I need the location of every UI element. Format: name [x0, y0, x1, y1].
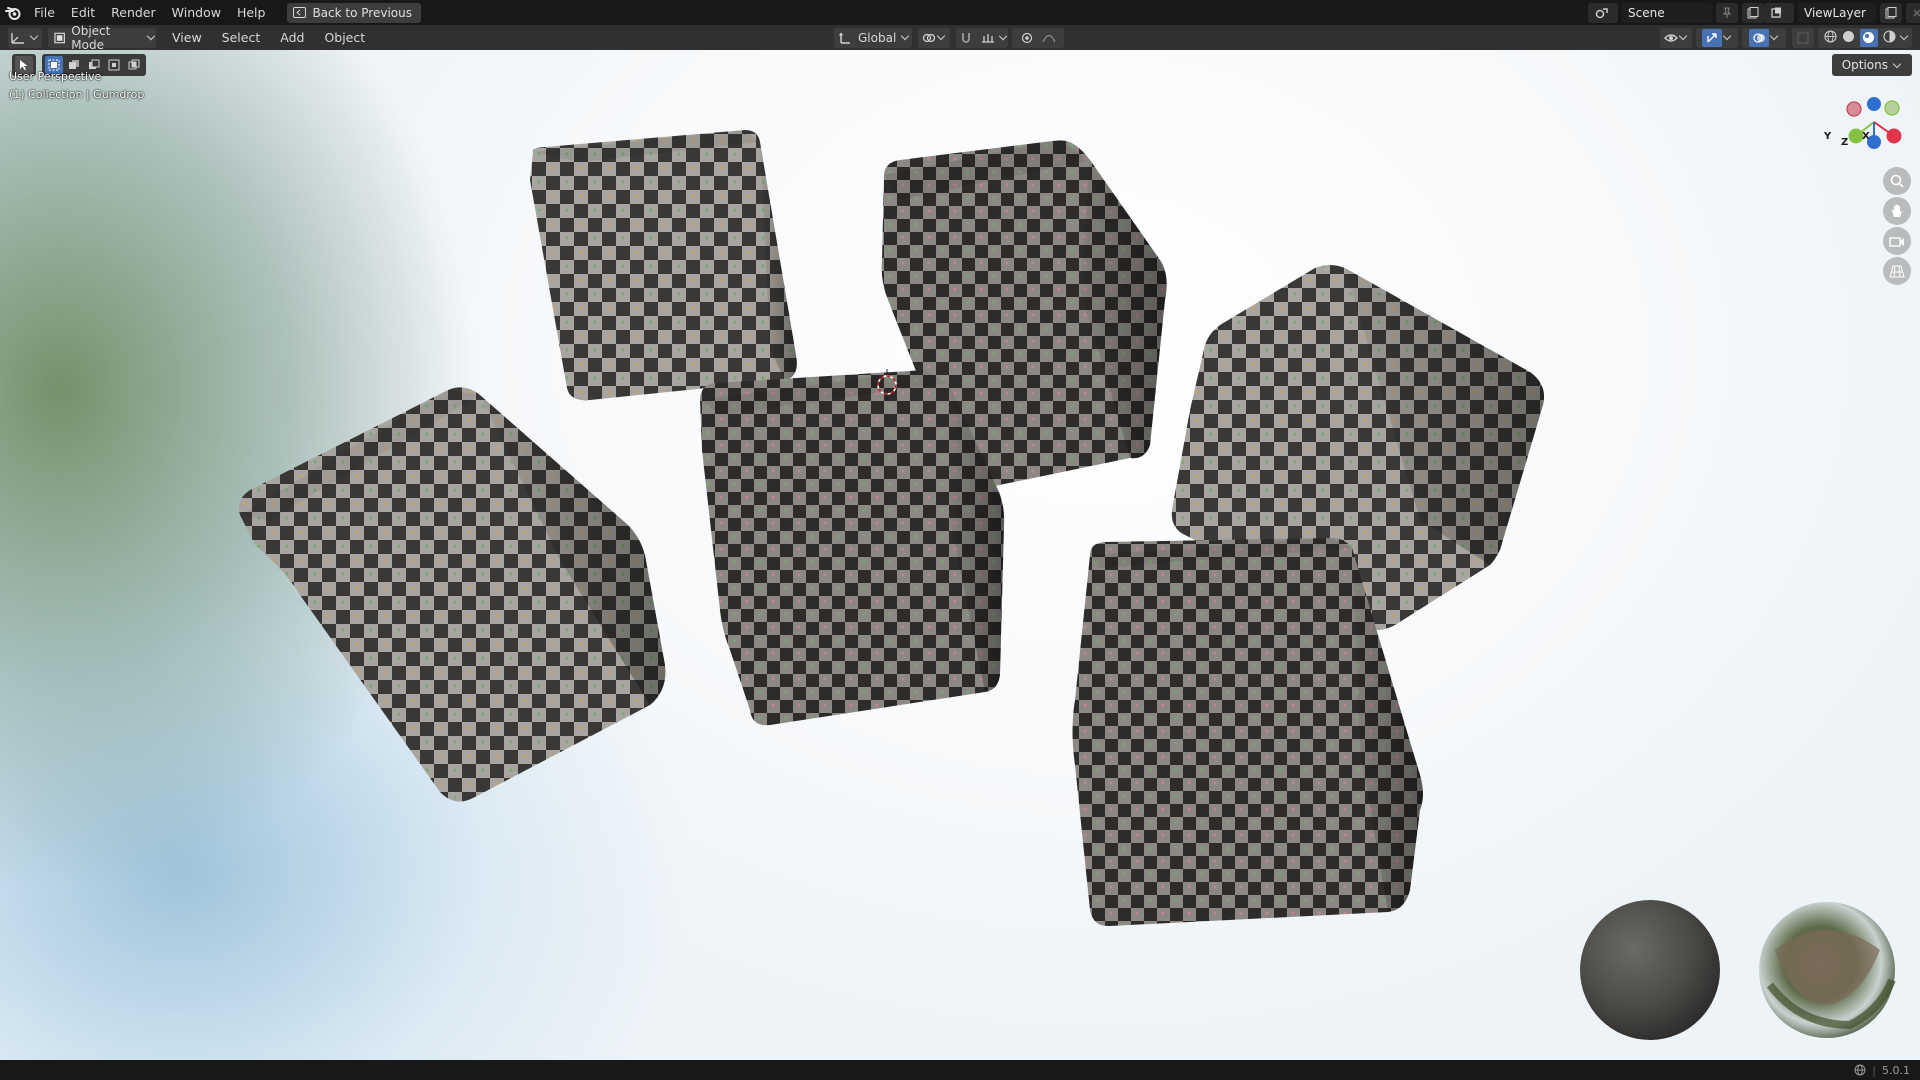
blender-logo-icon[interactable]: [0, 0, 26, 25]
snap-toggle-icon[interactable]: [956, 29, 975, 47]
grid-perspective-icon: [1889, 265, 1905, 278]
camera-icon: [1889, 237, 1904, 247]
transform-orientation-dropdown[interactable]: Global: [834, 27, 912, 48]
viewport-header: Object Mode View Select Add Object Globa…: [0, 24, 1920, 52]
blender-version: 5.0.1: [1882, 1063, 1910, 1077]
wireframe-shading-icon[interactable]: [1823, 29, 1837, 46]
3d-viewport-icon: [11, 32, 24, 44]
pan-hand-icon: [1892, 204, 1902, 217]
visibility-dropdown[interactable]: [1660, 27, 1692, 48]
matcap-preview-sphere: [1580, 900, 1720, 1040]
select-intersect-icon[interactable]: [125, 56, 143, 74]
zoom-button[interactable]: [1883, 167, 1911, 195]
proportional-edit-icon[interactable]: [1019, 30, 1035, 46]
options-dropdown[interactable]: Options: [1831, 54, 1912, 76]
gizmo-group: [1696, 27, 1738, 48]
back-window-icon: [293, 7, 307, 18]
select-invert-icon[interactable]: [105, 56, 123, 74]
menu-object[interactable]: Object: [314, 25, 375, 50]
back-to-previous-label: Back to Previous: [312, 5, 412, 20]
gizmo-x-icon: [1886, 128, 1902, 144]
editor-type-button[interactable]: [8, 27, 42, 48]
menu-edit[interactable]: Edit: [63, 0, 103, 25]
rendered-shading-icon[interactable]: [1882, 29, 1896, 46]
menu-file[interactable]: File: [26, 0, 63, 25]
shading-options-chevron[interactable]: [1899, 31, 1908, 41]
pivot-point-dropdown[interactable]: [918, 27, 950, 48]
network-globe-icon[interactable]: [1854, 1064, 1866, 1076]
gizmo-neg-y-icon: [1884, 100, 1900, 116]
projection-toggle-button[interactable]: [1883, 257, 1911, 285]
scene-render: [238, 130, 1896, 1040]
object-mode-dropdown[interactable]: Object Mode: [48, 24, 156, 52]
menu-render[interactable]: Render: [103, 0, 164, 25]
overlays-group: [1742, 27, 1786, 48]
proportional-editing-group: [1012, 27, 1064, 48]
viewlayer-name: ViewLayer: [1804, 5, 1866, 20]
scene-name-field[interactable]: Scene: [1622, 2, 1712, 23]
camera-view-button[interactable]: [1883, 227, 1911, 255]
gizmo-z-label: Z: [1841, 137, 1849, 148]
viewlayer-name-field[interactable]: ViewLayer: [1798, 2, 1876, 23]
falloff-curve-icon[interactable]: [1041, 30, 1057, 46]
zoom-magnifier-icon: [1890, 174, 1904, 188]
3d-viewport[interactable]: Options User Perspective (1) Collection …: [0, 50, 1920, 1060]
scene-pin-icon[interactable]: [1716, 2, 1738, 23]
orientation-axis-icon: [839, 32, 850, 44]
new-scene-icon[interactable]: [1742, 2, 1764, 23]
menu-help[interactable]: Help: [229, 0, 274, 25]
snap-target-icon[interactable]: [977, 29, 998, 47]
top-menu-bar: File Edit Render Window Help Back to Pre…: [0, 0, 1920, 25]
view-perspective-label: User Perspective: [9, 70, 102, 83]
viewlayer-browse-icon[interactable]: [1764, 2, 1794, 23]
pan-button[interactable]: [1883, 197, 1911, 225]
material-preview-shading-icon[interactable]: [1859, 28, 1878, 47]
menu-add[interactable]: Add: [270, 25, 314, 50]
menu-view[interactable]: View: [162, 25, 212, 50]
gizmo-y-label: Y: [1824, 131, 1832, 142]
shading-group: [1818, 27, 1912, 48]
menu-select[interactable]: Select: [212, 25, 271, 50]
gizmo-x-label: X: [1862, 131, 1870, 142]
status-bar: | 5.0.1: [0, 1060, 1920, 1080]
new-viewlayer-icon[interactable]: [1880, 2, 1902, 23]
navigation-gizmo[interactable]: [1834, 92, 1914, 162]
delete-viewlayer-icon[interactable]: [1906, 2, 1920, 23]
selectability-visibility-icon: [1664, 33, 1678, 42]
active-collection-object-label: (1) Collection | Gumdrop: [9, 88, 145, 101]
gizmo-neg-z-icon: [1867, 97, 1881, 111]
object-mode-label: Object Mode: [71, 23, 111, 52]
xray-icon: [1797, 31, 1809, 44]
solid-shading-icon[interactable]: [1842, 30, 1855, 46]
gizmo-neg-x-icon: [1846, 101, 1862, 117]
gumdrop-cube-3: [238, 387, 666, 802]
transform-orientation-label: Global: [858, 30, 897, 45]
back-to-previous-button[interactable]: Back to Previous: [287, 2, 421, 23]
menu-window[interactable]: Window: [164, 0, 229, 25]
scene-browse-icon[interactable]: [1588, 2, 1618, 23]
xray-toggle[interactable]: [1792, 27, 1814, 48]
scene-name: Scene: [1628, 5, 1665, 20]
snapping-group: [956, 27, 1008, 48]
gizmo-toggle-icon[interactable]: [1702, 28, 1722, 47]
overlays-toggle-icon[interactable]: [1749, 28, 1769, 47]
pivot-point-icon: [922, 33, 936, 42]
gumdrop-cube-4: [700, 370, 1005, 726]
options-label: Options: [1841, 58, 1888, 72]
gumdrop-cube-1: [530, 130, 797, 401]
object-mode-icon: [54, 32, 65, 43]
